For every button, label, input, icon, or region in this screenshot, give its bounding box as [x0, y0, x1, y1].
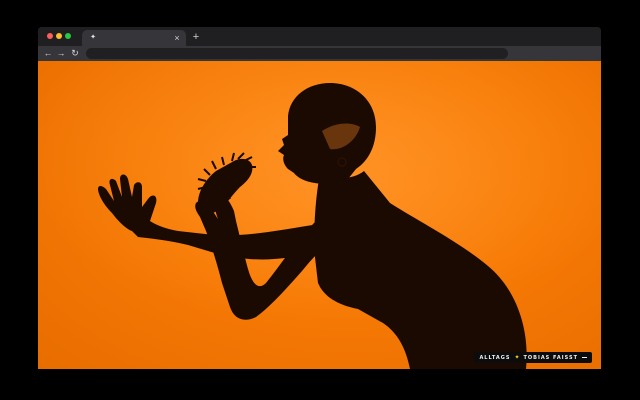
close-window-button[interactable] [47, 33, 53, 39]
photo-credit-badge[interactable]: ALLTAGS ✦ TOBIAS FAISST [474, 352, 592, 363]
credit-right-label: TOBIAS FAISST [523, 355, 578, 361]
star-icon: ✦ [514, 355, 519, 361]
page-viewport: ALLTAGS ✦ TOBIAS FAISST [38, 61, 601, 369]
tab-close-icon[interactable]: × [172, 32, 182, 44]
silhouette-photo [38, 61, 601, 369]
tab-bar: ✦ × + [38, 27, 601, 46]
favicon-icon: ✦ [89, 34, 97, 42]
address-bar[interactable] [86, 48, 508, 59]
back-icon[interactable]: ← [42, 47, 54, 59]
forward-icon[interactable]: → [55, 47, 67, 59]
browser-toolbar: ← → ↻ [38, 46, 601, 61]
dash-icon [582, 357, 587, 358]
credit-left-label: ALLTAGS [479, 355, 510, 361]
maximize-window-button[interactable] [65, 33, 71, 39]
tab-active[interactable]: ✦ × [82, 30, 186, 46]
new-tab-button[interactable]: + [190, 31, 202, 43]
minimize-window-button[interactable] [56, 33, 62, 39]
browser-window: ✦ × + ← → ↻ [38, 27, 601, 369]
reload-icon[interactable]: ↻ [69, 47, 81, 59]
